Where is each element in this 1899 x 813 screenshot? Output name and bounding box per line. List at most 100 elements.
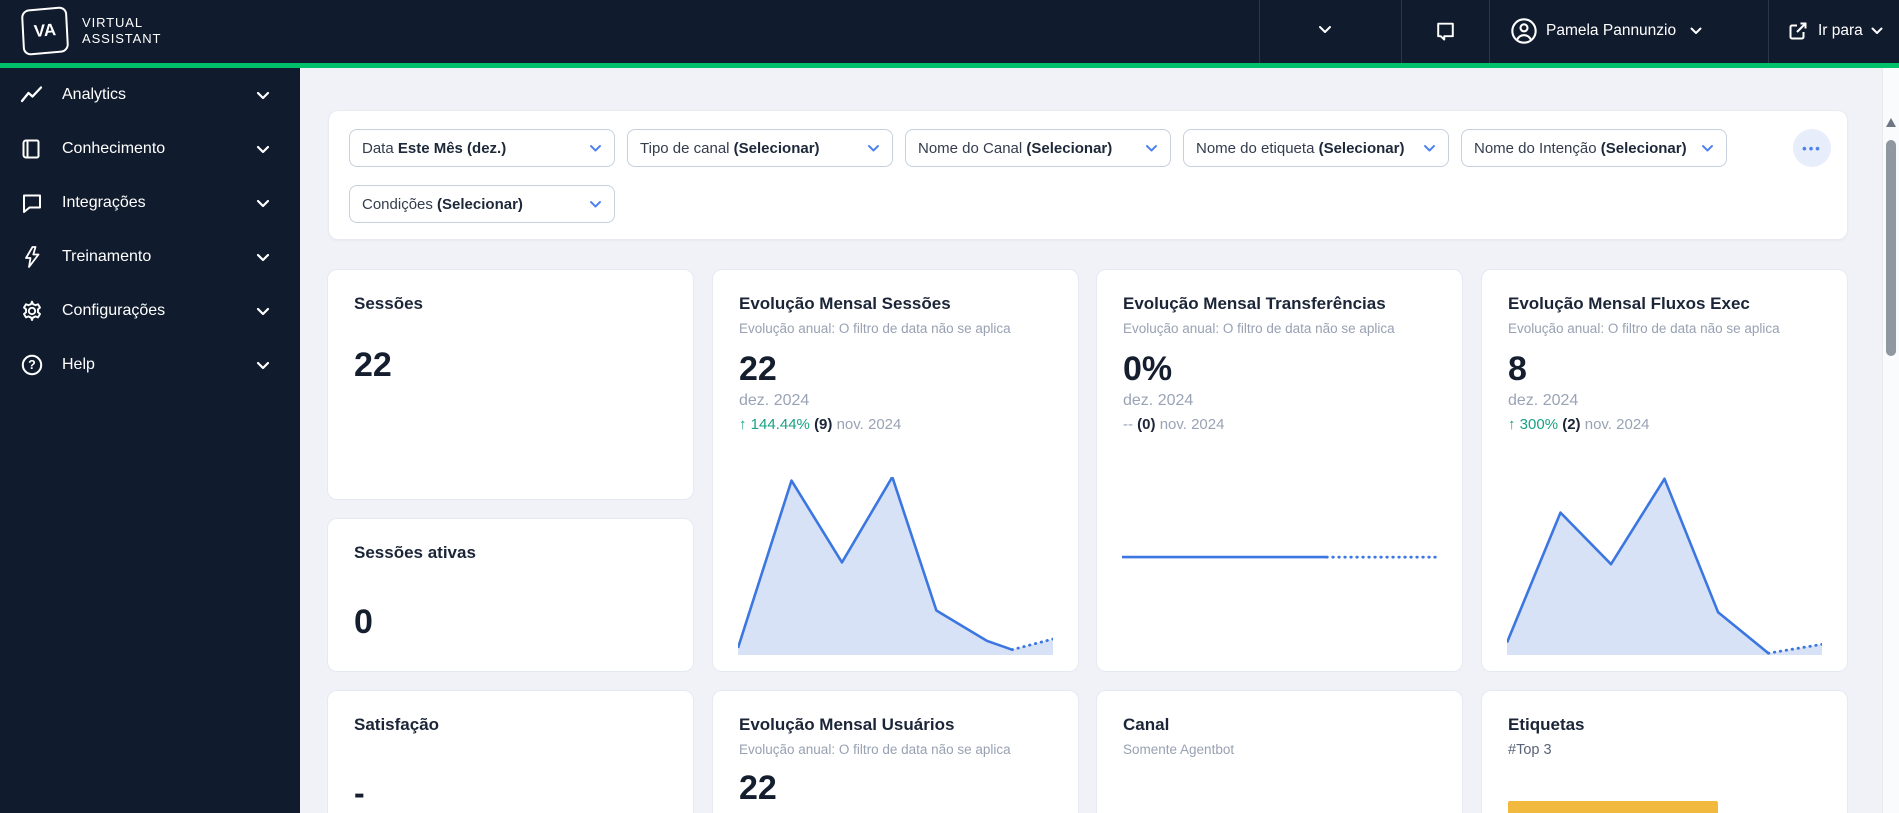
card-title: Evolução Mensal Usuários bbox=[739, 715, 955, 734]
card-subtitle: Somente Agentbot bbox=[1123, 742, 1235, 757]
ellipsis-icon: ••• bbox=[1802, 140, 1822, 156]
card-title: Evolução Mensal Sessões bbox=[739, 294, 951, 313]
card-value: 22 bbox=[354, 346, 392, 384]
sidebar-item-configuracoes[interactable]: Configurações bbox=[0, 284, 300, 338]
sidebar-item-integracoes[interactable]: Integrações bbox=[0, 176, 300, 230]
header-divider bbox=[1489, 0, 1490, 63]
sidebar-item-treinamento[interactable]: Treinamento bbox=[0, 230, 300, 284]
card-subtitle: Evolução anual: O filtro de data não se … bbox=[1123, 321, 1395, 336]
line-chart-icon bbox=[20, 86, 43, 103]
chevron-down-icon bbox=[256, 145, 270, 153]
card-title: Evolução Mensal Fluxos Exec bbox=[1508, 294, 1750, 313]
chevron-down-icon bbox=[1871, 27, 1883, 34]
book-icon bbox=[22, 139, 40, 159]
card-title: Canal bbox=[1123, 715, 1170, 734]
accent-line bbox=[0, 63, 1899, 68]
app-logo: VA bbox=[20, 6, 70, 56]
chevron-down-icon bbox=[1424, 144, 1435, 151]
svg-text:?: ? bbox=[28, 358, 36, 372]
chevron-down-icon bbox=[256, 91, 270, 99]
filter-channel-name[interactable]: Nome do Canal (Selecionar) bbox=[905, 129, 1171, 167]
user-menu[interactable]: Pamela Pannunzio bbox=[1510, 17, 1702, 45]
card-sessoes-ativas: Sessões ativas 0 bbox=[327, 518, 694, 672]
go-to-label: Ir para bbox=[1818, 22, 1863, 39]
comment-icon bbox=[1437, 22, 1454, 41]
question-circle-icon: ? bbox=[21, 354, 43, 376]
brand-name: VIRTUAL ASSISTANT bbox=[82, 15, 162, 46]
filter-tag-name[interactable]: Nome do etiqueta (Selecionar) bbox=[1183, 129, 1449, 167]
lightning-icon bbox=[25, 246, 40, 268]
card-subtitle: Evolução anual: O filtro de data não se … bbox=[739, 321, 1011, 336]
filter-conditions[interactable]: Condições (Selecionar) bbox=[349, 185, 615, 223]
chevron-down-icon bbox=[256, 253, 270, 261]
chevron-down-icon bbox=[1690, 27, 1702, 34]
card-value: 0% bbox=[1123, 350, 1173, 388]
chevron-down-icon bbox=[590, 200, 601, 207]
card-subtitle: Evolução anual: O filtro de data não se … bbox=[1508, 321, 1780, 336]
user-circle-icon bbox=[1511, 18, 1537, 44]
filter-channel-type[interactable]: Tipo de canal (Selecionar) bbox=[627, 129, 893, 167]
card-value: 22 bbox=[739, 769, 777, 807]
chevron-down-icon bbox=[256, 361, 270, 369]
header-dropdown-button[interactable] bbox=[1318, 25, 1332, 34]
header-divider bbox=[1401, 0, 1402, 63]
card-period: dez. 2024 bbox=[1123, 392, 1194, 409]
card-evolucao-mensal-transferencias: Evolução Mensal Transferências Evolução … bbox=[1096, 269, 1463, 672]
sidebar-item-analytics[interactable]: Analytics bbox=[0, 68, 300, 122]
messages-button[interactable] bbox=[1433, 19, 1458, 44]
more-options-button[interactable]: ••• bbox=[1793, 129, 1831, 167]
flows-trend-chart bbox=[1505, 477, 1824, 655]
chevron-down-icon bbox=[1146, 144, 1157, 151]
filter-intent-name[interactable]: Nome do Intenção (Selecionar) bbox=[1461, 129, 1727, 167]
scrollbar-thumb[interactable] bbox=[1886, 140, 1896, 356]
card-canal: Canal Somente Agentbot bbox=[1096, 690, 1463, 813]
header-divider bbox=[1768, 0, 1769, 63]
card-title: Etiquetas bbox=[1508, 715, 1585, 734]
chevron-down-icon bbox=[256, 199, 270, 207]
chevron-down-icon bbox=[256, 307, 270, 315]
card-value: 0 bbox=[354, 603, 373, 641]
card-etiquetas: Etiquetas #Top 3 bbox=[1481, 690, 1848, 813]
card-title: Sessões bbox=[354, 294, 423, 313]
sidebar: Analytics Conhecimento Integrações Trein… bbox=[0, 68, 300, 813]
chevron-down-icon bbox=[590, 144, 601, 151]
top-tag-bar bbox=[1508, 801, 1718, 813]
card-satisfacao: Satisfação - bbox=[327, 690, 694, 813]
sidebar-item-conhecimento[interactable]: Conhecimento bbox=[0, 122, 300, 176]
arrow-up-icon: ↑ bbox=[739, 416, 747, 433]
main-content: Data Este Mês (dez.) Tipo de canal (Sele… bbox=[300, 68, 1882, 813]
card-value: - bbox=[354, 775, 365, 811]
chevron-down-icon bbox=[1319, 26, 1331, 33]
sessions-trend-chart bbox=[736, 475, 1055, 655]
scroll-up-arrow-icon[interactable] bbox=[1886, 118, 1896, 127]
card-title: Sessões ativas bbox=[354, 543, 476, 562]
card-title: Satisfação bbox=[354, 715, 440, 734]
card-subtitle: #Top 3 bbox=[1508, 742, 1552, 758]
card-delta: ↑ 300% (2) nov. 2024 bbox=[1508, 416, 1650, 433]
card-evolucao-mensal-sessoes: Evolução Mensal Sessões Evolução anual: … bbox=[712, 269, 1079, 672]
arrow-up-icon: ↑ bbox=[1508, 416, 1516, 433]
card-title: Evolução Mensal Transferências bbox=[1123, 294, 1386, 313]
top-bar: VA VIRTUAL ASSISTANT Pamela Pannunzio Ir… bbox=[0, 0, 1899, 63]
user-name: Pamela Pannunzio bbox=[1546, 22, 1677, 39]
transfers-trend-chart bbox=[1122, 477, 1439, 655]
vertical-scrollbar[interactable] bbox=[1882, 68, 1899, 813]
sidebar-item-help[interactable]: ? Help bbox=[0, 338, 300, 392]
card-period: dez. 2024 bbox=[739, 392, 810, 409]
logo-text: VA bbox=[33, 20, 57, 41]
go-to-menu[interactable]: Ir para bbox=[1786, 19, 1883, 43]
external-link-icon bbox=[1789, 22, 1807, 40]
chat-bubble-icon bbox=[23, 194, 41, 213]
chevron-down-icon bbox=[1702, 144, 1713, 151]
card-sessoes: Sessões 22 bbox=[327, 269, 694, 500]
card-evolucao-mensal-usuarios: Evolução Mensal Usuários Evolução anual:… bbox=[712, 690, 1079, 813]
filters-panel: Data Este Mês (dez.) Tipo de canal (Sele… bbox=[328, 110, 1848, 240]
card-period: dez. 2024 bbox=[1508, 392, 1579, 409]
card-subtitle: Evolução anual: O filtro de data não se … bbox=[739, 742, 1011, 757]
gear-icon bbox=[23, 300, 41, 321]
card-evolucao-mensal-fluxos: Evolução Mensal Fluxos Exec Evolução anu… bbox=[1481, 269, 1848, 672]
card-delta: ↑ 144.44% (9) nov. 2024 bbox=[739, 416, 902, 433]
header-divider bbox=[1259, 0, 1260, 63]
card-value: 22 bbox=[739, 350, 777, 388]
filter-date[interactable]: Data Este Mês (dez.) bbox=[349, 129, 615, 167]
